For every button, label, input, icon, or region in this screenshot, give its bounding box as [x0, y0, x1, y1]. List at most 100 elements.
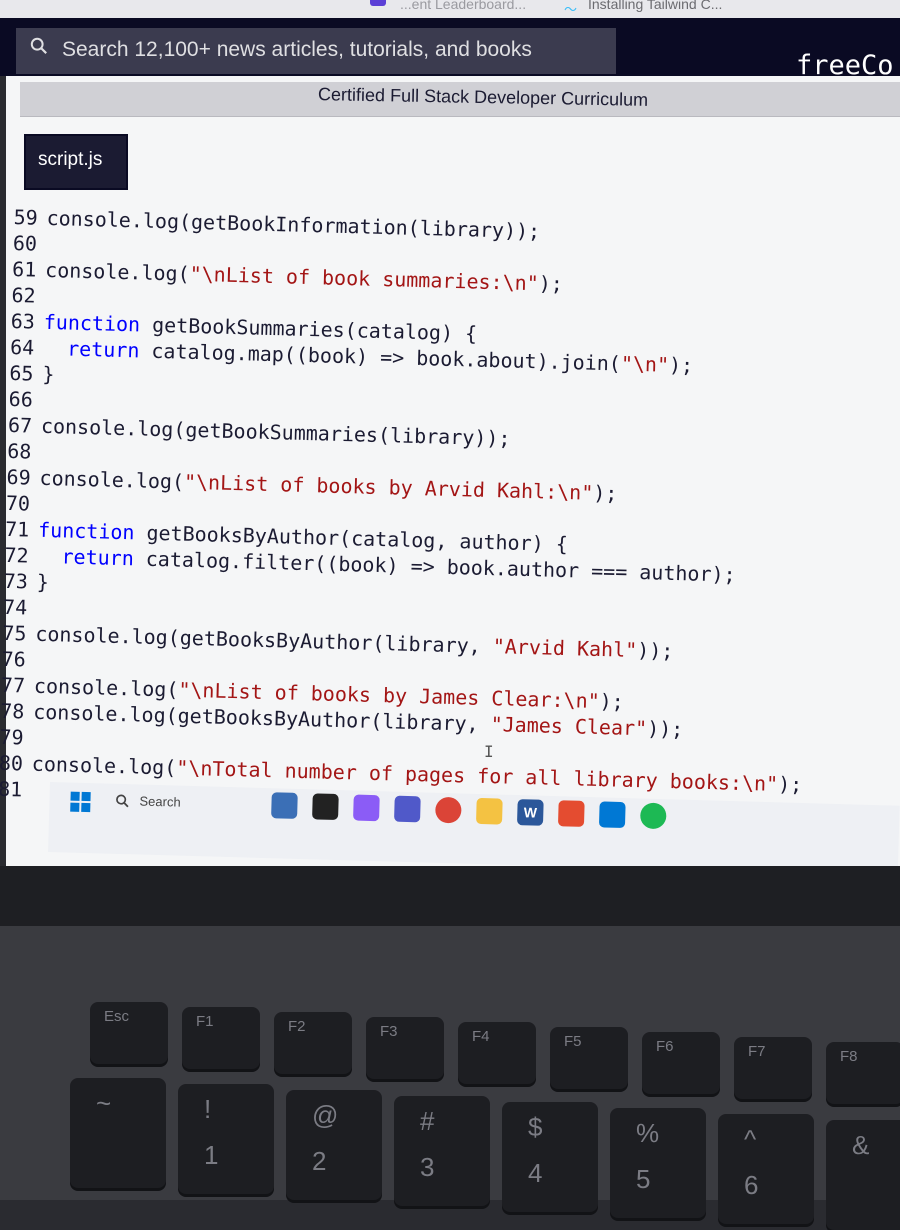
code-keyword: function: [43, 309, 141, 337]
key-shift-symbol: ^: [744, 1124, 757, 1154]
key-f2[interactable]: F2: [274, 1012, 352, 1074]
key-number-row[interactable]: #3: [394, 1096, 490, 1206]
search-icon: [30, 37, 47, 54]
key-number-row[interactable]: ^ 6: [718, 1114, 814, 1224]
key-f8[interactable]: F8: [826, 1042, 900, 1104]
key-number-row[interactable]: % 5: [610, 1108, 706, 1218]
key-shift-symbol: &: [852, 1130, 870, 1160]
leaderboard-tab-favicon-icon[interactable]: [370, 0, 386, 6]
line-number: 66: [8, 386, 34, 412]
key-f4[interactable]: F4: [458, 1022, 536, 1084]
vscode-icon[interactable]: [598, 801, 626, 829]
task-view-icon[interactable]: [312, 793, 339, 821]
key-digit: 1: [204, 1140, 219, 1170]
key-f1[interactable]: F1: [182, 1007, 260, 1069]
key-label: F5: [564, 1033, 582, 1050]
code-text: }: [42, 361, 55, 387]
line-number: 79: [0, 724, 24, 750]
browser-tab-leaderboard[interactable]: ...ent Leaderboard...: [400, 0, 526, 12]
code-text: );: [668, 352, 694, 378]
fcc-search-input[interactable]: Search 12,100+ news articles, tutorials,…: [16, 28, 616, 74]
key-number-row[interactable]: ~: [70, 1078, 166, 1188]
widgets-icon[interactable]: [271, 792, 298, 819]
line-number: 60: [12, 230, 38, 256]
line-number: 68: [6, 438, 32, 464]
word-icon[interactable]: W: [516, 799, 544, 826]
code-text: );: [592, 480, 618, 506]
file-explorer-icon[interactable]: [475, 797, 503, 825]
key-f5[interactable]: F5: [550, 1027, 628, 1089]
key-digit: 2: [312, 1146, 327, 1176]
key-number-row[interactable]: @2: [286, 1090, 382, 1200]
code-string: "Arvid Kahl": [492, 634, 638, 663]
file-tab-script-js[interactable]: script.js: [24, 134, 128, 190]
line-number: 70: [5, 490, 31, 516]
search-icon: [116, 794, 129, 808]
key-label: F4: [472, 1028, 490, 1045]
keyboard-deck: Esc F1 F2 F3 F4 F5 F6 F7 F8 ~! 1 @2 #3 $4% 5 ^ 6 &: [0, 926, 900, 1230]
code-text: console.log(: [39, 465, 185, 494]
text-cursor-icon: I: [484, 742, 494, 761]
line-number: 64: [9, 334, 35, 360]
windows-start-icon[interactable]: [69, 791, 92, 814]
line-number: 75: [2, 620, 27, 646]
curriculum-title[interactable]: Certified Full Stack Developer Curriculu…: [318, 84, 648, 111]
file-tab-label: script.js: [38, 149, 103, 170]
key-f6[interactable]: F6: [642, 1032, 720, 1094]
code-text: );: [538, 271, 564, 296]
key-label: F3: [380, 1023, 398, 1040]
key-label: F7: [748, 1043, 766, 1060]
key-digit: 4: [528, 1158, 543, 1188]
code-keyword: function: [37, 517, 135, 545]
copilot-icon[interactable]: [353, 794, 380, 822]
line-number: 81: [0, 776, 23, 802]
taskbar-search[interactable]: Search: [109, 788, 250, 820]
line-number: 59: [13, 204, 39, 230]
browser-tab-strip: ...ent Leaderboard... 〜 Installing Tailw…: [0, 0, 900, 18]
key-number-row[interactable]: &: [826, 1120, 900, 1230]
key-number-row[interactable]: ! 1: [178, 1084, 274, 1194]
line-number: 71: [4, 516, 30, 542]
spotify-icon[interactable]: [639, 802, 667, 830]
code-string: "\n": [620, 351, 670, 377]
key-shift-symbol: $: [528, 1112, 543, 1142]
key-label: F8: [840, 1048, 858, 1065]
search-placeholder: Search 12,100+ news articles, tutorials,…: [62, 38, 532, 61]
code-keyword: return: [66, 336, 140, 363]
code-text: console.log(: [33, 673, 179, 702]
line-number: 63: [10, 308, 36, 334]
fcc-navbar: Search 12,100+ news articles, tutorials,…: [0, 18, 900, 81]
key-esc[interactable]: Esc: [90, 1002, 168, 1064]
key-shift-symbol: %: [636, 1118, 660, 1148]
key-number-row[interactable]: $4: [502, 1102, 598, 1212]
code-text: console.log(: [31, 751, 177, 780]
line-number: 80: [0, 750, 24, 776]
key-label: F2: [288, 1018, 306, 1035]
code-text: );: [777, 771, 803, 797]
line-number: 77: [0, 672, 26, 698]
code-editor[interactable]: 59 console.log(getBookInformation(library…: [0, 204, 900, 808]
chrome-icon[interactable]: [435, 796, 462, 824]
browser-tab-tailwind[interactable]: Installing Tailwind C...: [588, 0, 722, 12]
curriculum-bar: Certified Full Stack Developer Curriculu…: [20, 82, 900, 117]
tailwind-favicon-icon[interactable]: 〜: [564, 0, 577, 18]
key-f3[interactable]: F3: [366, 1017, 444, 1079]
git-icon[interactable]: [557, 800, 585, 827]
line-number: 67: [7, 412, 33, 438]
code-keyword: return: [61, 544, 135, 571]
line-number: 76: [1, 646, 27, 672]
code-text: }: [36, 569, 50, 595]
line-number: 73: [3, 568, 29, 594]
code-text: ));: [636, 638, 674, 663]
code-text: console.log(: [44, 257, 191, 286]
line-number: 65: [9, 360, 34, 386]
teams-icon[interactable]: [394, 795, 421, 823]
key-f7[interactable]: F7: [734, 1037, 812, 1099]
key-digit: 3: [420, 1152, 435, 1182]
key-digit: 6: [744, 1170, 759, 1200]
line-number: 62: [11, 282, 36, 308]
key-shift-symbol: #: [420, 1106, 435, 1136]
key-shift-symbol: @: [312, 1100, 339, 1130]
